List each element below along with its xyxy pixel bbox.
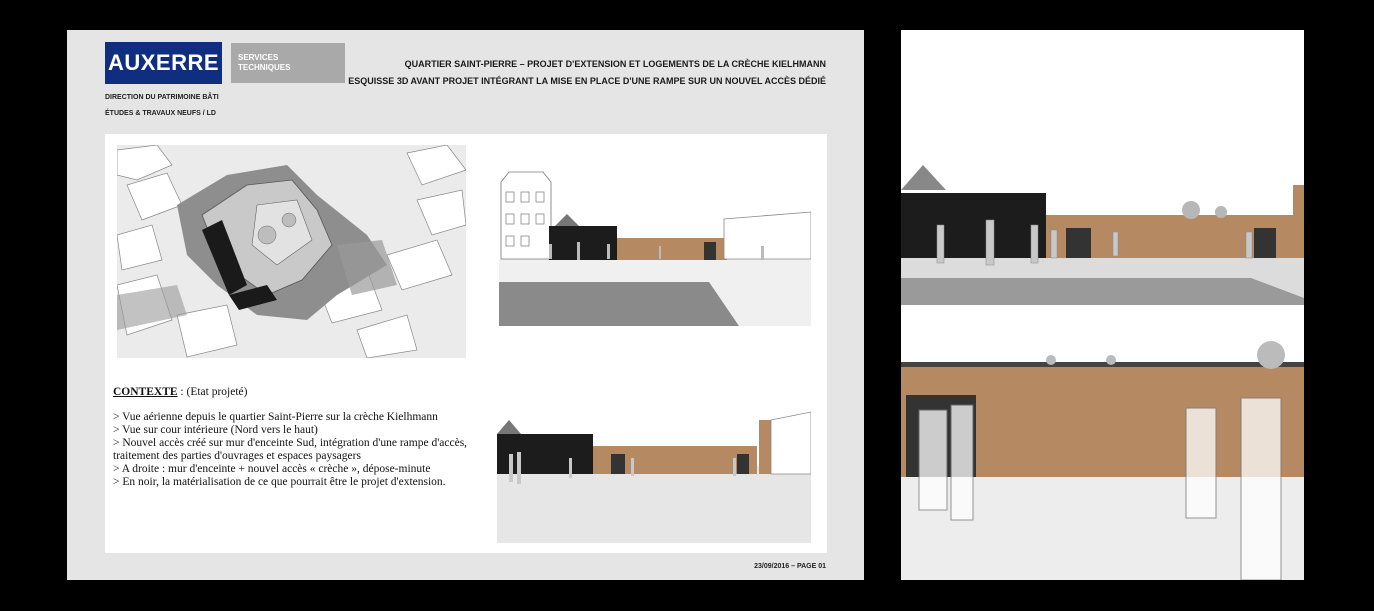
- services-line-2: TECHNIQUES: [238, 63, 291, 72]
- contexte-heading-suffix: : (Etat projeté): [177, 386, 248, 398]
- detail-views-drawing: [901, 30, 1304, 581]
- services-line-1: SERVICES: [238, 53, 279, 62]
- department-line-1: DIRECTION DU PATRIMOINE BÂTI: [105, 94, 219, 101]
- project-title-block: QUARTIER SAINT-PIERRE – PROJET D'EXTENSI…: [348, 56, 826, 90]
- south-wall-view-drawing: [497, 411, 811, 543]
- aerial-view-image: [117, 145, 466, 358]
- contexte-heading-line: CONTEXTE : (Etat projeté): [113, 386, 483, 399]
- project-title: QUARTIER SAINT-PIERRE – PROJET D'EXTENSI…: [404, 59, 826, 69]
- contexte-line: > En noir, la matérialisation de ce que …: [113, 476, 446, 488]
- south-wall-view-image: [497, 406, 811, 543]
- courtyard-view-image: [499, 164, 811, 326]
- contexte-line: > Nouvel accès créé sur mur d'enceinte S…: [113, 437, 468, 462]
- project-subtitle: ESQUISSE 3D AVANT PROJET INTÉGRANT LA MI…: [348, 76, 826, 86]
- detail-views-panel: [901, 30, 1304, 581]
- content-panel: CONTEXTE : (Etat projeté) > Vue aérienne…: [105, 134, 827, 553]
- page-footer: 23/09/2016 – PAGE 01: [754, 563, 826, 570]
- contexte-section: CONTEXTE : (Etat projeté) > Vue aérienne…: [113, 386, 483, 489]
- auxerre-logo: AUXERRE: [105, 42, 222, 84]
- contexte-line: > Vue aérienne depuis le quartier Saint-…: [113, 411, 438, 423]
- courtyard-view-drawing: [499, 171, 811, 326]
- contexte-line: > A droite : mur d'enceinte + nouvel acc…: [113, 463, 431, 475]
- contexte-heading: CONTEXTE: [113, 386, 178, 398]
- services-techniques-badge: SERVICES TECHNIQUES: [231, 43, 345, 83]
- document-sheet: AUXERRE SERVICES TECHNIQUES DIRECTION DU…: [67, 30, 864, 580]
- aerial-view-drawing: [117, 145, 466, 358]
- contexte-line: > Vue sur cour intérieure (Nord vers le …: [113, 424, 318, 436]
- department-line-2: ÉTUDES & TRAVAUX NEUFS / LD: [105, 110, 216, 117]
